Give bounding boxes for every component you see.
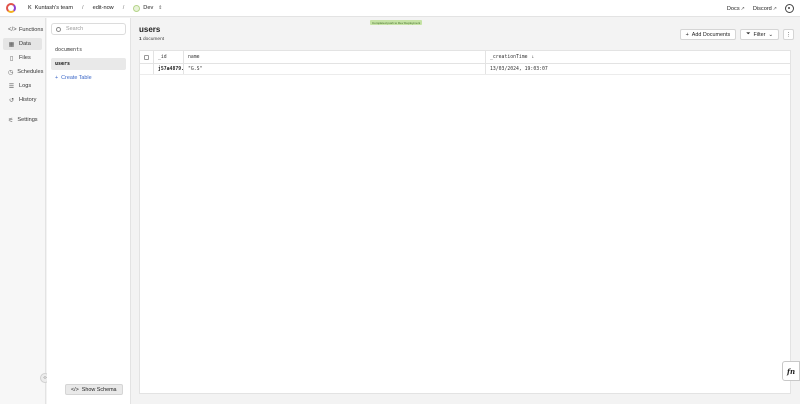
code-icon: </> (8, 27, 17, 33)
show-schema-button[interactable]: </> Show Schema (65, 384, 123, 395)
sidebar-item-history[interactable]: ↺ History (3, 94, 42, 106)
page-title: users (139, 25, 161, 34)
add-documents-button[interactable]: + Add Documents (679, 29, 737, 40)
table-item-users[interactable]: users (51, 58, 126, 70)
discord-link[interactable]: Discord↗ (753, 6, 777, 12)
search-placeholder: Search (66, 26, 84, 32)
breadcrumb-separator: / (122, 5, 125, 11)
table-row[interactable]: j57a4879... "G.S" 13/03/2024, 19:03:07 (140, 64, 790, 75)
table-search-input[interactable]: Search (51, 23, 126, 35)
deployment-icon (133, 4, 141, 12)
external-link-icon: ↗ (740, 5, 745, 12)
row-select-cell (140, 64, 154, 74)
toolbar: + Add Documents ⏷ Filter ⌄ ⋮ (679, 29, 794, 40)
file-icon: ▯ (9, 55, 14, 62)
show-schema-label: Show Schema (81, 386, 117, 393)
add-documents-label: Add Documents (691, 31, 731, 38)
deploy-notice-badge: Completed push to Dev Deployment (370, 20, 423, 25)
function-runner-button[interactable]: fn (782, 361, 800, 381)
sort-desc-icon[interactable]: ↓ (532, 55, 535, 60)
column-header-name[interactable]: name (184, 51, 486, 63)
sidebar-item-label: Data (19, 41, 31, 47)
plus-icon: + (55, 75, 59, 81)
external-link-icon: ↗ (772, 5, 777, 12)
create-table-button[interactable]: + Create Table (51, 72, 126, 84)
breadcrumb-separator: / (82, 5, 84, 11)
table-list-panel: Search documents users + Create Table </… (47, 18, 131, 404)
deployment-selector[interactable]: Dev (143, 5, 153, 11)
team-link[interactable]: Kuntash's team (35, 5, 73, 11)
document-count: 1 document (139, 37, 165, 42)
select-all-checkbox[interactable] (144, 54, 149, 60)
top-bar: K Kuntash's team / edit-now / Dev ⇕ Docs… (0, 0, 800, 17)
sidebar: </> Functions ▦ Data ▯ Files ◷ Schedules… (0, 18, 46, 404)
sidebar-item-label: Functions (19, 27, 44, 33)
top-right-links: Docs↗ Discord↗ (727, 0, 794, 17)
main-content: Completed push to Dev Deployment users 1… (132, 18, 800, 404)
filter-icon: ⏷ (746, 31, 751, 37)
select-all-cell (140, 51, 154, 63)
data-table: _id name _creationTime ↓ j57a4879... "G.… (139, 50, 791, 394)
more-options-button[interactable]: ⋮ (783, 29, 794, 40)
code-icon: </> (71, 386, 79, 393)
filter-label: Filter (753, 31, 766, 38)
sidebar-item-schedules[interactable]: ◷ Schedules (3, 66, 44, 78)
cell-creation-time[interactable]: 13/03/2024, 19:03:07 (486, 64, 790, 74)
cell-name[interactable]: "G.S" (184, 64, 486, 74)
sidebar-item-settings[interactable]: ⚟ Settings (3, 114, 42, 126)
list-icon: ☰ (8, 83, 15, 90)
sliders-icon: ⚟ (8, 117, 14, 124)
docs-link[interactable]: Docs↗ (727, 6, 745, 12)
sidebar-item-label: Logs (19, 83, 32, 89)
sidebar-item-files[interactable]: ▯ Files (3, 52, 42, 64)
filter-button[interactable]: ⏷ Filter ⌄ (740, 29, 779, 40)
column-header-label: _creationTime (490, 54, 528, 60)
table-icon: ▦ (8, 41, 15, 48)
sidebar-item-functions[interactable]: </> Functions (3, 24, 44, 36)
table-item-documents[interactable]: documents (51, 44, 126, 56)
project-link[interactable]: edit-now (93, 5, 114, 11)
sidebar-item-label: Settings (17, 117, 38, 123)
sidebar-item-label: Schedules (17, 69, 44, 75)
create-table-label: Create Table (61, 75, 92, 81)
sidebar-item-label: History (19, 97, 37, 103)
column-header-creation-time[interactable]: _creationTime ↓ (486, 51, 790, 63)
clock-icon: ◷ (8, 69, 14, 76)
sidebar-item-logs[interactable]: ☰ Logs (3, 80, 42, 92)
team-avatar: K (28, 5, 32, 11)
breadcrumb: K Kuntash's team / edit-now / Dev ⇕ (28, 4, 162, 12)
chevron-updown-icon[interactable]: ⇕ (158, 5, 162, 11)
cell-id[interactable]: j57a4879... (154, 64, 184, 74)
gear-icon[interactable] (785, 4, 794, 13)
logo-icon[interactable] (6, 3, 16, 13)
sidebar-item-label: Files (19, 55, 31, 61)
history-icon: ↺ (8, 97, 15, 104)
sidebar-item-data[interactable]: ▦ Data (3, 38, 42, 50)
chevron-down-icon: ⌄ (768, 31, 773, 38)
search-icon (56, 26, 61, 32)
plus-icon: + (685, 31, 689, 38)
kebab-icon: ⋮ (785, 31, 792, 38)
column-header-id[interactable]: _id (154, 51, 184, 63)
table-header: _id name _creationTime ↓ (140, 51, 790, 64)
